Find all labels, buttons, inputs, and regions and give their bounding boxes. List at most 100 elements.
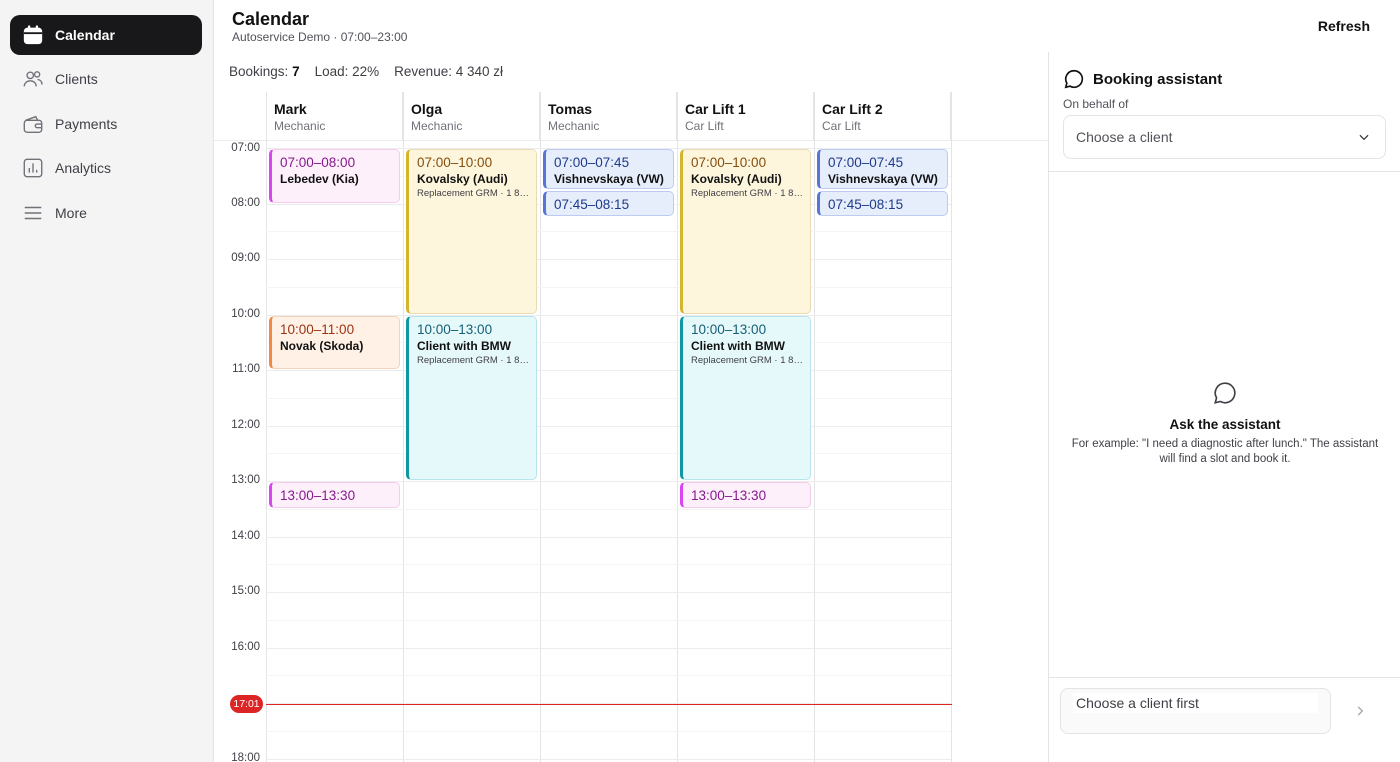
event-time: 07:00–10:00 bbox=[417, 155, 493, 170]
event-time: 07:00–10:00 bbox=[691, 155, 767, 170]
half-hour-line bbox=[266, 730, 951, 732]
booking-assistant-panel: Booking assistant On behalf of Choose a … bbox=[1048, 52, 1400, 762]
hour-line bbox=[266, 758, 951, 760]
booking-event[interactable]: 07:00–08:00 Lebedev (Kia) bbox=[269, 149, 400, 203]
booking-event[interactable]: 07:45–08:15 Vishnevskaya (VW) bbox=[817, 190, 948, 217]
booking-event[interactable]: 07:00–07:45 Vishnevskaya (VW) bbox=[817, 149, 948, 189]
header-divider bbox=[214, 140, 1048, 141]
sidebar-item-analytics[interactable]: Analytics bbox=[10, 148, 202, 188]
calendar-grid: Mark Mechanic Olga Mechanic Tomas Mechanic Car… bbox=[214, 92, 1048, 762]
half-hour-line bbox=[266, 397, 951, 399]
half-hour-line bbox=[266, 675, 951, 677]
booking-event[interactable]: 13:00–13:30 bbox=[269, 482, 400, 508]
divider bbox=[1049, 677, 1400, 678]
hour-line bbox=[266, 647, 951, 649]
sidebar-item-clients[interactable]: Clients bbox=[10, 59, 202, 99]
chat-input[interactable]: Choose a client first bbox=[1060, 688, 1331, 734]
hour-label: 12:00 bbox=[231, 418, 260, 431]
page-title: Calendar bbox=[232, 9, 310, 29]
sidebar-item-calendar[interactable]: Calendar bbox=[10, 15, 202, 55]
booking-event[interactable]: 10:00–13:00 Client with BMW Replacement GR… bbox=[680, 315, 811, 480]
event-client: Novak (Skoda) bbox=[280, 338, 364, 353]
column-divider bbox=[814, 92, 815, 762]
column-name: Tomas bbox=[548, 101, 593, 117]
assistant-title: Booking assistant bbox=[1093, 70, 1223, 88]
column-header: Olga Mechanic bbox=[403, 92, 540, 140]
event-client: Vishnevskaya (VW) bbox=[828, 214, 947, 216]
hour-line bbox=[266, 425, 951, 427]
event-time: 13:00–13:30 bbox=[691, 488, 767, 503]
event-client: Client with BMW bbox=[691, 338, 785, 353]
sidebar-item-payments[interactable]: Payments bbox=[10, 104, 202, 144]
hour-label: 16:00 bbox=[231, 640, 260, 653]
event-detail: Replacement GRM · 1 800 zł bbox=[691, 188, 810, 199]
event-client: Vishnevskaya (VW) bbox=[828, 172, 938, 186]
column-divider bbox=[266, 92, 267, 762]
hour-label: 07:00 bbox=[231, 142, 260, 154]
refresh-button[interactable]: Refresh bbox=[1318, 18, 1370, 34]
column-role: Car Lift bbox=[822, 119, 861, 133]
chart-icon bbox=[23, 158, 43, 178]
booking-event[interactable]: 13:00–13:30 bbox=[680, 482, 811, 508]
event-time: 07:45–08:15 bbox=[554, 196, 630, 212]
column-role: Mechanic bbox=[274, 119, 326, 133]
event-detail: Replacement GRM · 1 800 zł bbox=[417, 188, 536, 199]
column-header: Tomas Mechanic bbox=[540, 92, 677, 140]
event-time: 07:45–08:15 bbox=[828, 196, 904, 212]
booking-event[interactable]: 10:00–13:00 Client with BMW Replacement GR… bbox=[406, 315, 537, 480]
booking-event[interactable]: 10:00–11:00 Novak (Skoda) bbox=[269, 315, 400, 369]
column-header: Car Lift 2 Car Lift bbox=[814, 92, 951, 140]
chevron-right-icon[interactable] bbox=[1353, 704, 1367, 718]
event-time: 10:00–13:00 bbox=[691, 321, 767, 337]
event-client: Client with BMW bbox=[417, 338, 511, 353]
sidebar-item-more[interactable]: More bbox=[10, 193, 202, 233]
client-select-value: Choose a client bbox=[1076, 129, 1173, 145]
event-detail: Replacement GRM · 1 800 zł bbox=[691, 354, 810, 366]
booking-event[interactable]: 07:45–08:15 Vishnevskaya (VW) bbox=[543, 190, 674, 217]
chat-bubble-icon bbox=[1064, 69, 1084, 89]
load-stat: Load: 22% bbox=[314, 64, 380, 79]
hour-label: 13:00 bbox=[231, 474, 260, 486]
column-name: Olga bbox=[411, 101, 443, 117]
event-client: Vishnevskaya (VW) bbox=[554, 214, 673, 216]
hour-label: 08:00 bbox=[231, 196, 260, 209]
empty-text: For example: "I need a diagnostic after … bbox=[1071, 438, 1379, 465]
booking-event[interactable]: 07:00–10:00 Kovalsky (Audi) Replacement GR… bbox=[406, 149, 537, 314]
event-time: 07:00–08:00 bbox=[280, 155, 356, 170]
sidebar-item-label: Analytics bbox=[55, 160, 112, 176]
bookings-stat: Bookings: 7 bbox=[229, 64, 300, 79]
event-time: 10:00–13:00 bbox=[417, 321, 493, 337]
client-select[interactable]: Choose a client bbox=[1063, 115, 1386, 159]
assistant-header: Booking assistant bbox=[1063, 68, 1222, 90]
column-name: Car Lift 1 bbox=[685, 101, 746, 117]
half-hour-line bbox=[266, 231, 951, 233]
half-hour-line bbox=[266, 564, 951, 566]
half-hour-line bbox=[266, 286, 951, 288]
column-name: Car Lift 2 bbox=[822, 101, 883, 117]
event-time: 07:00–07:45 bbox=[554, 155, 630, 170]
booking-event[interactable]: 07:00–10:00 Kovalsky (Audi) Replacement GR… bbox=[680, 149, 811, 314]
empty-title: Ask the assistant bbox=[1169, 417, 1281, 432]
hour-label: 18:00 bbox=[231, 751, 260, 762]
booking-event[interactable]: 07:00–07:45 Vishnevskaya (VW) bbox=[543, 149, 674, 189]
event-detail: Replacement GRM · 1 800 zł bbox=[417, 354, 536, 366]
event-time: 07:00–07:45 bbox=[828, 155, 904, 170]
sidebar-item-label: Clients bbox=[55, 71, 98, 87]
stats-bar: Bookings: 7 Load: 22% Revenue: 4 340 zł bbox=[229, 64, 503, 79]
column-header: Car Lift 1 Car Lift bbox=[677, 92, 814, 140]
event-client: Lebedev (Kia) bbox=[280, 172, 359, 186]
column-divider bbox=[540, 92, 541, 762]
users-icon bbox=[23, 71, 43, 87]
column-divider bbox=[951, 92, 952, 762]
hour-label: 15:00 bbox=[231, 585, 260, 597]
chat-input-placeholder: Choose a client first bbox=[1073, 693, 1318, 713]
column-divider bbox=[677, 92, 678, 762]
calendar-icon bbox=[23, 25, 43, 45]
sidebar: Calendar Clients Payments Analytics More bbox=[0, 0, 214, 762]
column-role: Car Lift bbox=[685, 119, 724, 133]
event-client: Kovalsky (Audi) bbox=[417, 172, 508, 186]
current-time-line bbox=[266, 703, 952, 706]
current-time-badge: 17:01 bbox=[230, 694, 263, 713]
sidebar-item-label: Payments bbox=[55, 116, 118, 132]
half-hour-line bbox=[266, 453, 951, 455]
